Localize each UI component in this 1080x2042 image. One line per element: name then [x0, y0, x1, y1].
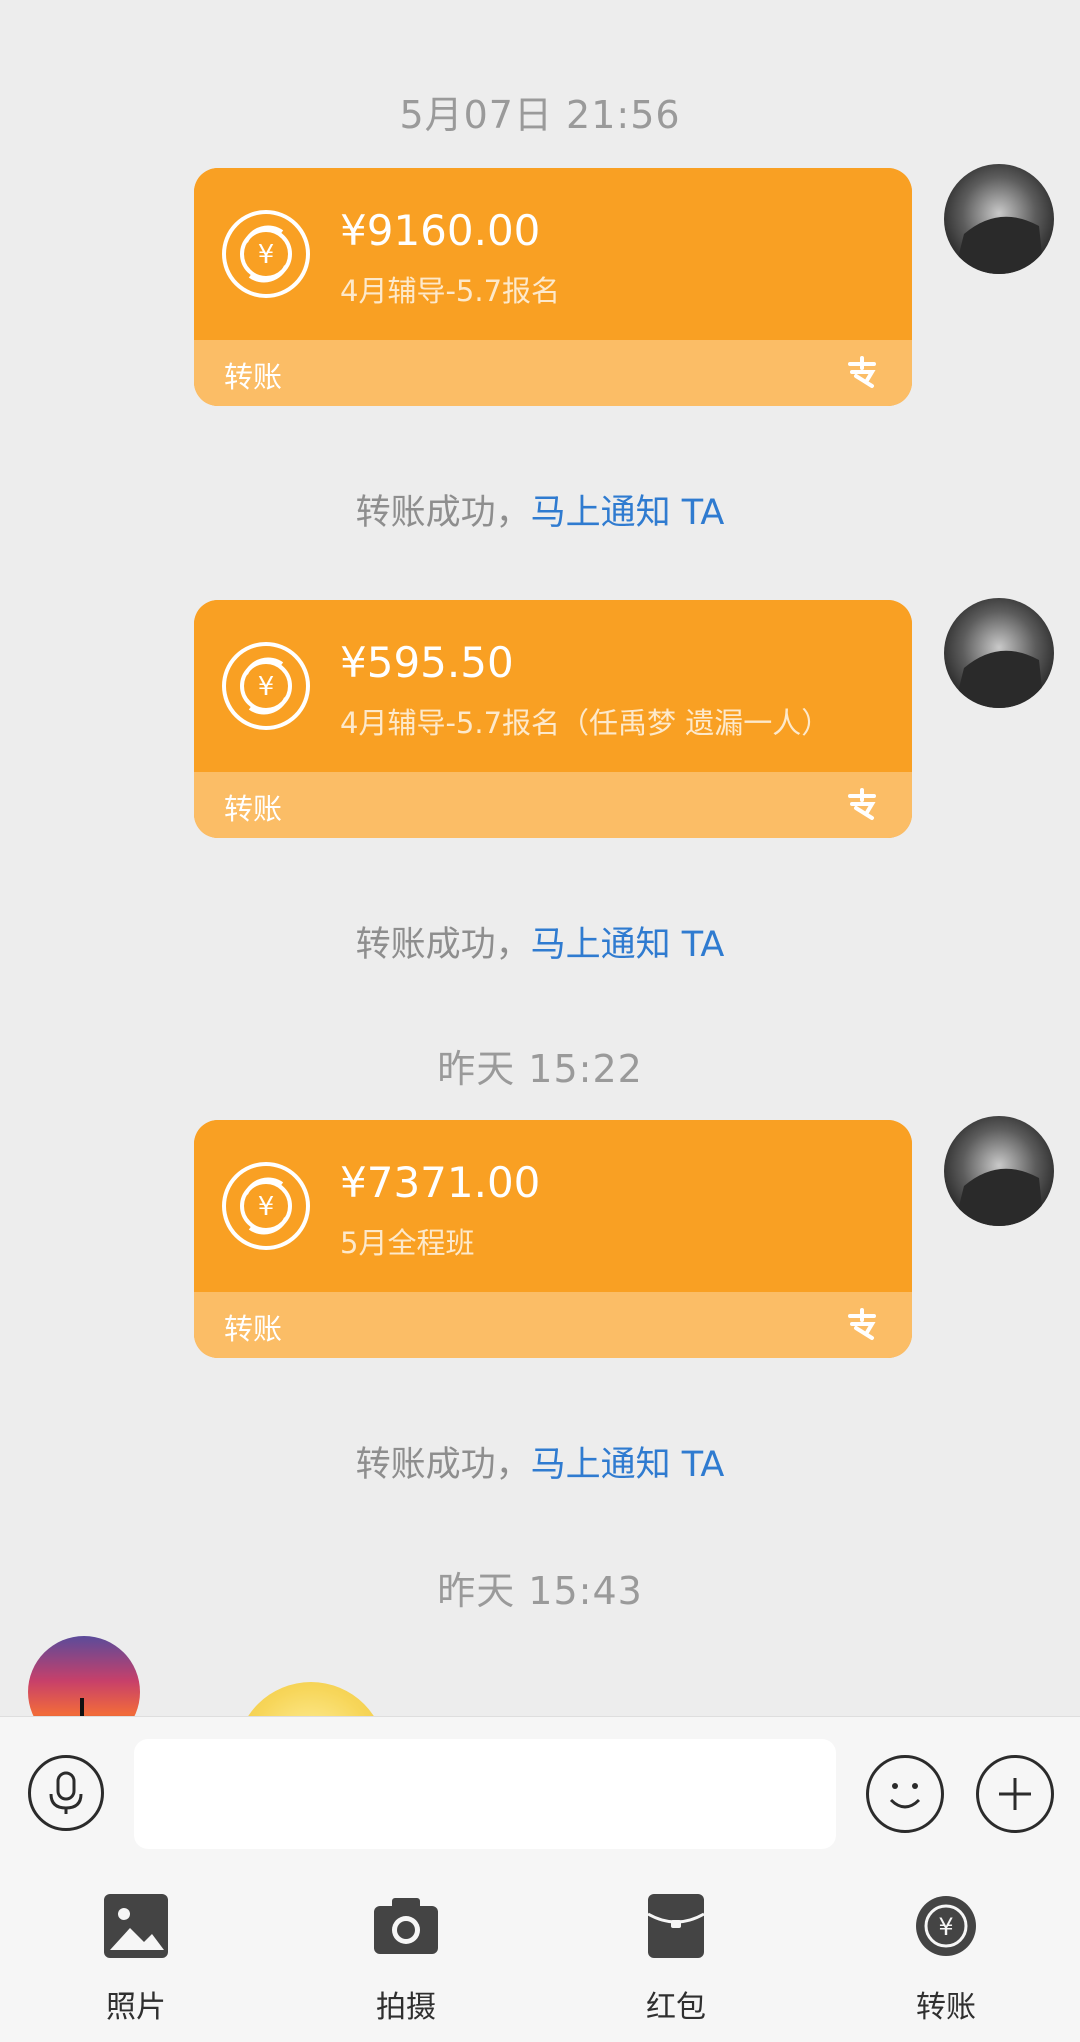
transfer-card-footer [194, 1292, 912, 1358]
transfer-coin-icon: ¥ [222, 210, 310, 298]
timestamp: 昨天 15:22 [437, 1047, 643, 1091]
tool-red-envelope[interactable]: 红包 [586, 1882, 766, 2032]
photo-icon [104, 1894, 168, 1958]
transfer-success-notice: 转账成功，马上通知 TA [0, 1436, 1080, 1487]
microphone-icon [49, 1771, 83, 1814]
tool-camera[interactable]: 拍摄 [316, 1882, 496, 2032]
more-button[interactable] [976, 1755, 1054, 1833]
transfer-type-label: 转账 [224, 360, 283, 394]
tool-label: 转账 [916, 1990, 976, 2025]
timestamp: 5月07日 21:56 [399, 93, 681, 137]
tool-panel: 照片 拍摄 红包 ¥ 转账 [0, 1872, 1080, 2042]
transfer-type-label: 转账 [224, 1312, 283, 1346]
transfer-type-label: 转账 [224, 792, 283, 826]
transfer-card-footer [194, 340, 912, 406]
alipay-logo-icon [848, 788, 876, 820]
emoji-button[interactable] [866, 1755, 944, 1833]
tool-photo[interactable]: 照片 [46, 1882, 226, 2032]
transfer-icon: ¥ [916, 1896, 976, 1956]
transfer-message[interactable]: ¥ ¥595.50 4月辅导-5.7报名（任禹梦 遗漏一人） 转账 [194, 600, 912, 838]
transfer-amount: ¥7371.00 [340, 1158, 541, 1207]
notice-text: 转账成功， [355, 1445, 531, 1485]
transfer-message[interactable]: ¥ ¥9160.00 4月辅导-5.7报名 转账 [194, 168, 912, 406]
svg-text:¥: ¥ [258, 240, 275, 270]
transfer-coin-icon: ¥ [222, 1162, 310, 1250]
sender-avatar[interactable] [944, 164, 1054, 274]
timestamp: 昨天 15:43 [437, 1569, 643, 1613]
red-envelope-icon [647, 1894, 705, 1958]
chat-screen: 5月07日 21:56 ¥ ¥9160.00 4月辅导-5.7报名 转账 转账成… [0, 0, 1080, 2042]
plus-icon [999, 1778, 1031, 1810]
transfer-message[interactable]: ¥ ¥7371.00 5月全程班 转账 [194, 1120, 912, 1358]
sender-avatar[interactable] [944, 598, 1054, 708]
sender-avatar[interactable] [944, 1116, 1054, 1226]
smiley-icon [889, 1783, 921, 1809]
alipay-logo-icon [848, 1308, 876, 1340]
transfer-memo: 4月辅导-5.7报名（任禹梦 遗漏一人） [340, 706, 831, 740]
transfer-success-notice: 转账成功，马上通知 TA [0, 916, 1080, 967]
svg-text:¥: ¥ [938, 1913, 953, 1941]
notice-text: 转账成功， [355, 925, 531, 965]
transfer-memo: 5月全程班 [340, 1226, 475, 1260]
transfer-amount: ¥595.50 [340, 638, 514, 687]
message-input[interactable] [134, 1739, 836, 1849]
tool-label: 照片 [106, 1990, 166, 2025]
notice-text: 转账成功， [355, 493, 531, 533]
tool-label: 拍摄 [376, 1990, 436, 2025]
svg-text:¥: ¥ [258, 672, 275, 702]
transfer-success-notice: 转账成功，马上通知 TA [0, 484, 1080, 535]
voice-button[interactable] [28, 1755, 104, 1831]
tool-transfer[interactable]: ¥ 转账 [856, 1882, 1036, 2032]
transfer-card-footer [194, 772, 912, 838]
tool-label: 红包 [646, 1990, 706, 2025]
svg-text:¥: ¥ [258, 1192, 275, 1222]
notify-link[interactable]: 马上通知 TA [531, 925, 725, 965]
camera-icon [374, 1898, 438, 1954]
transfer-amount: ¥9160.00 [340, 206, 541, 255]
alipay-logo-icon [848, 356, 876, 388]
transfer-memo: 4月辅导-5.7报名 [340, 274, 561, 308]
notify-link[interactable]: 马上通知 TA [531, 1445, 725, 1485]
transfer-coin-icon: ¥ [222, 642, 310, 730]
notify-link[interactable]: 马上通知 TA [531, 493, 725, 533]
input-bar [0, 1716, 1080, 1873]
